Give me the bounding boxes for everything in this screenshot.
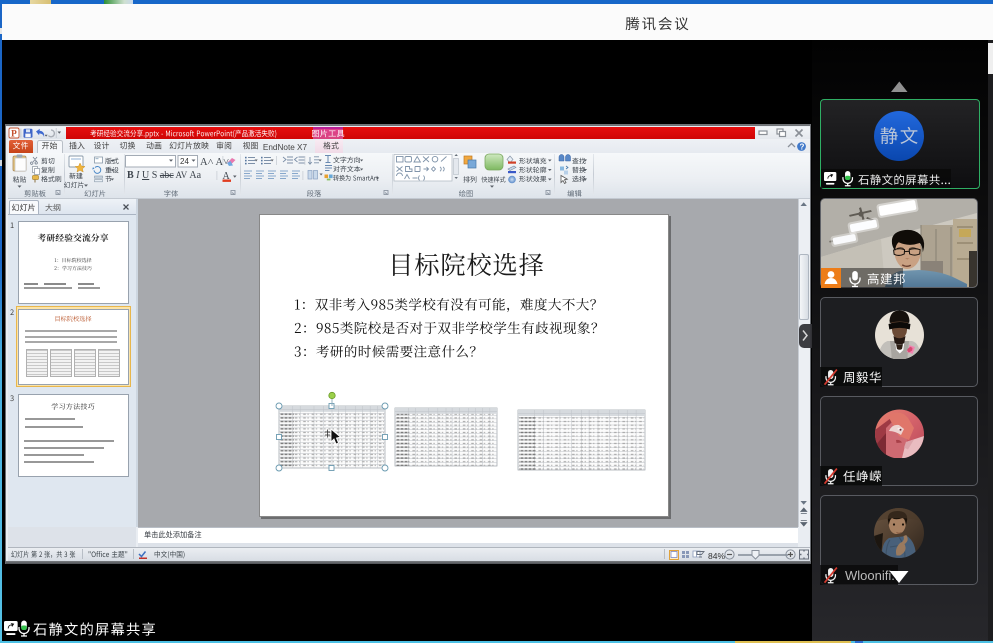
svg-text:A˄ A˅: A˄ A˅: [200, 157, 229, 168]
svg-text:?: ?: [800, 143, 805, 152]
svg-text:24: 24: [180, 157, 189, 166]
svg-text:P: P: [11, 129, 17, 139]
